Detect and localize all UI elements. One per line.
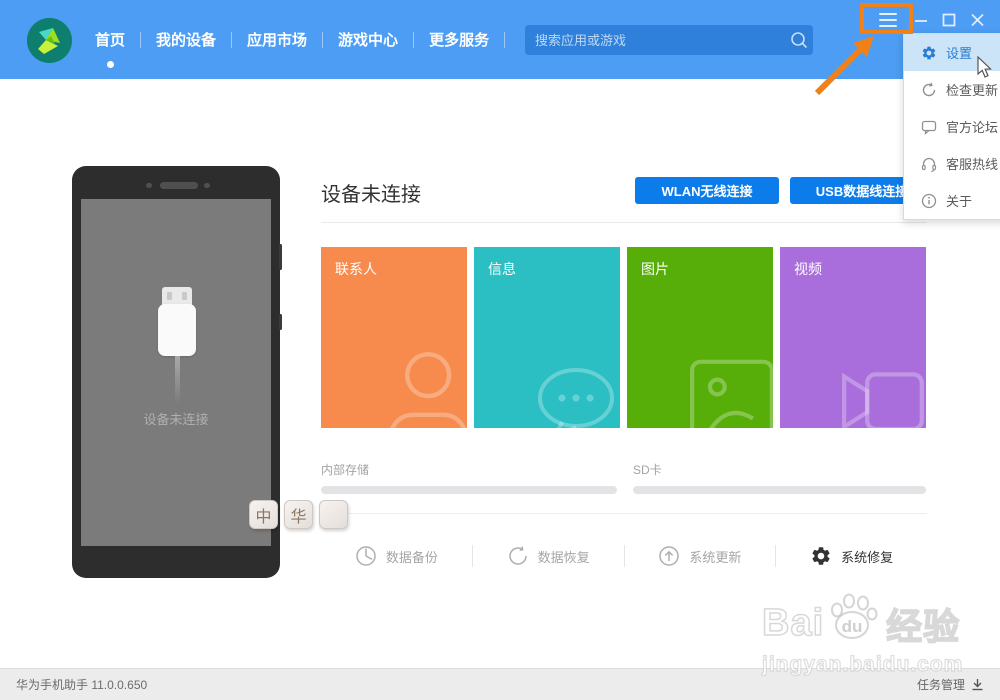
system-repair-button[interactable]: 系统修复 xyxy=(776,545,927,567)
nav-tab-more-services[interactable]: 更多服务 xyxy=(414,29,504,50)
ime-key-hua[interactable]: 华 xyxy=(284,500,313,529)
menu-item-label: 客服热线 xyxy=(946,157,999,172)
internal-storage-label: 内部存储 xyxy=(321,463,370,477)
menu-item-label: 检查更新 xyxy=(946,83,999,98)
menu-item-label: 官方论坛 xyxy=(946,120,999,135)
video-icon xyxy=(842,372,924,428)
wlan-connect-button[interactable]: WLAN无线连接 xyxy=(635,177,779,204)
tile-label: 联系人 xyxy=(335,261,377,277)
minimize-button[interactable] xyxy=(914,10,928,30)
nav-tab-my-devices[interactable]: 我的设备 xyxy=(141,29,231,50)
menu-item-label: 设置 xyxy=(946,46,973,61)
menu-item-settings[interactable]: 设置 xyxy=(904,34,1000,71)
settings-dropdown-menu: 设置 检查更新 官方论坛 客服热线 关于 xyxy=(903,33,1000,220)
tile-messages[interactable]: 信息 xyxy=(474,247,620,428)
minimize-icon xyxy=(915,20,927,22)
backup-icon xyxy=(356,546,376,566)
menu-item-check-updates[interactable]: 检查更新 xyxy=(904,71,1000,108)
ime-key-blank[interactable] xyxy=(319,500,348,529)
svg-text:du: du xyxy=(842,617,863,636)
phone-volume-button xyxy=(279,244,282,270)
nav-tab-label: 首页 xyxy=(95,32,126,49)
tile-videos[interactable]: 视频 xyxy=(780,247,926,428)
data-backup-button[interactable]: 数据备份 xyxy=(321,545,472,567)
watermark-brand-cn: 经验 xyxy=(885,605,961,648)
tile-label: 视频 xyxy=(794,261,822,277)
picture-icon xyxy=(690,359,773,428)
data-restore-button[interactable]: 数据恢复 xyxy=(473,545,624,567)
info-icon xyxy=(921,193,937,208)
quick-actions: 数据备份 数据恢复 系统更新 系统修复 xyxy=(321,536,927,576)
task-manager-button[interactable]: 任务管理 xyxy=(917,676,984,693)
usb-plug-body xyxy=(158,304,196,356)
close-button[interactable] xyxy=(970,10,985,30)
internal-storage-bar xyxy=(321,486,617,494)
hisuite-window: 首页 我的设备 应用市场 游戏中心 更多服务 搜索应用或游戏 设置 检查更新 官… xyxy=(0,0,1000,700)
nav-tab-game-center[interactable]: 游戏中心 xyxy=(323,29,413,50)
divider xyxy=(321,513,927,514)
tile-label: 图片 xyxy=(641,261,669,277)
menu-item-about[interactable]: 关于 xyxy=(904,182,1000,219)
watermark-brand-left: Bai xyxy=(761,601,825,645)
phone-speaker-bar xyxy=(160,182,198,189)
category-tiles: 联系人 信息 图片 视频 xyxy=(321,247,926,428)
phone-status-text: 设备未连接 xyxy=(143,412,209,427)
tile-contacts[interactable]: 联系人 xyxy=(321,247,467,428)
nav-separator xyxy=(504,31,506,48)
phone-power-button xyxy=(279,314,282,330)
phone-camera-dot xyxy=(146,183,152,188)
maximize-button[interactable] xyxy=(942,10,957,30)
page-title: 设备未连接 xyxy=(321,184,421,206)
maximize-icon xyxy=(942,13,956,27)
update-icon xyxy=(659,546,680,566)
status-bar: 华为手机助手 11.0.0.650 任务管理 xyxy=(0,668,1000,700)
refresh-icon xyxy=(922,82,936,96)
tile-label: 信息 xyxy=(488,261,516,277)
header-bar: 首页 我的设备 应用市场 游戏中心 更多服务 xyxy=(0,0,1000,79)
paw-icon: du xyxy=(826,592,878,647)
headset-icon xyxy=(921,157,937,172)
gear-icon xyxy=(922,46,936,59)
baidu-watermark: Bai du 经验 jingyan.baidu.com xyxy=(761,593,963,677)
menu-item-label: 关于 xyxy=(946,194,973,209)
usb-cable xyxy=(175,356,180,404)
sd-card-label: SD卡 xyxy=(633,463,662,477)
main-nav: 首页 我的设备 应用市场 游戏中心 更多服务 xyxy=(80,0,506,79)
action-label: 系统修复 xyxy=(841,549,894,565)
divider xyxy=(321,222,927,223)
restore-icon xyxy=(508,546,527,565)
ime-key-zhong[interactable]: 中 xyxy=(249,500,278,529)
action-label: 数据备份 xyxy=(385,549,438,565)
download-tray-icon xyxy=(972,679,983,691)
task-manager-label: 任务管理 xyxy=(916,678,965,692)
active-tab-dot xyxy=(107,61,114,68)
ime-indicator: 中 华 xyxy=(249,500,348,529)
action-label: 系统更新 xyxy=(689,549,742,565)
sd-card-bar xyxy=(633,486,926,494)
system-update-button[interactable]: 系统更新 xyxy=(625,545,776,567)
menu-hamburger-button[interactable] xyxy=(878,10,898,30)
phone-sensor-dot xyxy=(204,183,210,188)
action-label: 数据恢复 xyxy=(537,549,590,565)
nav-tab-home[interactable]: 首页 xyxy=(80,29,140,68)
menu-item-official-forum[interactable]: 官方论坛 xyxy=(904,108,1000,145)
tile-pictures[interactable]: 图片 xyxy=(627,247,773,428)
nav-tab-app-market[interactable]: 应用市场 xyxy=(232,29,322,50)
logo-bird-icon xyxy=(27,18,72,63)
app-version-text: 华为手机助手 11.0.0.650 xyxy=(16,678,148,692)
message-icon xyxy=(538,368,614,428)
contact-icon xyxy=(390,352,467,428)
search-icon[interactable] xyxy=(787,31,813,49)
phone-screen: 设备未连接 xyxy=(81,199,271,546)
app-logo xyxy=(27,18,72,63)
repair-icon xyxy=(812,547,830,565)
search-box[interactable] xyxy=(525,25,813,55)
forum-icon xyxy=(921,120,937,135)
close-icon xyxy=(971,13,984,27)
hamburger-icon xyxy=(879,13,897,27)
menu-item-service-hotline[interactable]: 客服热线 xyxy=(904,145,1000,182)
search-input[interactable] xyxy=(525,32,787,48)
